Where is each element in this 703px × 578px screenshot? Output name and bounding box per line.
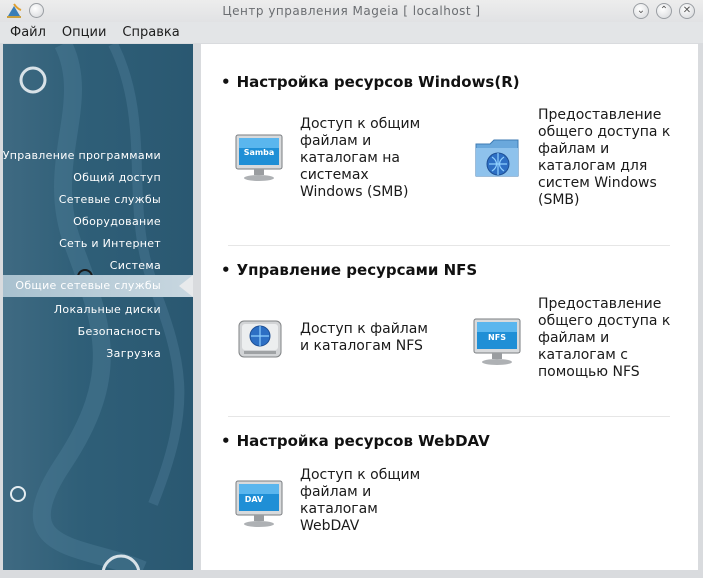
sidebar-item-boot[interactable]: Загрузка — [106, 347, 161, 360]
window-bottom-border — [0, 570, 703, 578]
network-folder-icon — [475, 139, 519, 177]
action-access-nfs[interactable]: Доступ к файлам и каталогам NFS — [231, 320, 441, 371]
action-share-nfs[interactable]: NFS Предоставление общего доступа к файл… — [469, 296, 689, 395]
sidebar-item-system[interactable]: Система — [110, 259, 161, 272]
network-drive-icon — [238, 320, 282, 358]
icon-text: Samba — [244, 148, 275, 157]
action-label: Доступ к файлам и каталогам NFS — [300, 321, 428, 354]
section-divider — [228, 416, 670, 417]
sidebar-item-hardware[interactable]: Оборудование — [73, 215, 161, 228]
minimize-button[interactable]: ⌄ — [633, 3, 649, 19]
icon-text: NFS — [488, 333, 506, 342]
maximize-button[interactable]: ⌃ — [656, 3, 672, 19]
menu-help[interactable]: Справка — [117, 25, 184, 40]
menu-options[interactable]: Опции — [57, 25, 111, 40]
selection-arrow-icon — [179, 275, 193, 297]
sidebar-item-label: Общие сетевые службы — [15, 279, 161, 292]
action-label: Предоставление общего доступа к файлам и… — [538, 296, 671, 380]
section-title-nfs: • Управление ресурсами NFS — [221, 261, 478, 279]
action-access-webdav[interactable]: DAV Доступ к общим файлам и каталогам We… — [231, 467, 441, 539]
action-label: Доступ к общим файлам и каталогам на сис… — [300, 116, 421, 200]
panel-splitter[interactable] — [193, 44, 201, 570]
sidebar-item-network-services[interactable]: Сетевые службы — [59, 193, 161, 206]
window-title: Центр управления Mageia [ localhost ] — [222, 4, 481, 18]
sidebar-item-sharing[interactable]: Общий доступ — [73, 171, 161, 184]
action-label: Доступ к общим файлам и каталогам WebDAV — [300, 467, 421, 534]
sidebar-item-network-sharing[interactable]: Общие сетевые службы — [3, 275, 193, 297]
dav-monitor-icon: DAV — [235, 480, 283, 527]
sidebar-item-local-disks[interactable]: Локальные диски — [54, 303, 161, 316]
section-divider — [228, 245, 670, 246]
section-title-windows: • Настройка ресурсов Windows(R) — [221, 73, 520, 91]
sidebar-item-security[interactable]: Безопасность — [78, 325, 161, 338]
sidebar: Управление программами Общий доступ Сете… — [3, 44, 193, 570]
samba-monitor-icon: Samba — [235, 134, 283, 181]
action-share-smb[interactable]: Предоставление общего доступа к файлам и… — [469, 107, 689, 216]
action-access-smb-shares[interactable]: Samba Доступ к общим файлам и каталогам … — [231, 116, 441, 206]
title-bar: Центр управления Mageia [ localhost ] ⌄ … — [0, 0, 703, 22]
sidebar-item-network-internet[interactable]: Сеть и Интернет — [59, 237, 161, 250]
sidebar-item-software[interactable]: Управление программами — [3, 149, 161, 162]
main-panel: • Настройка ресурсов Windows(R) Samba Дос… — [201, 44, 698, 570]
icon-text: DAV — [245, 495, 264, 504]
menu-bar: Файл Опции Справка — [0, 22, 703, 43]
action-label: Предоставление общего доступа к файлам и… — [538, 107, 671, 208]
close-button[interactable]: ✕ — [679, 3, 695, 19]
menu-file[interactable]: Файл — [5, 25, 51, 40]
section-title-webdav: • Настройка ресурсов WebDAV — [221, 432, 490, 450]
nfs-monitor-icon: NFS — [473, 318, 521, 365]
